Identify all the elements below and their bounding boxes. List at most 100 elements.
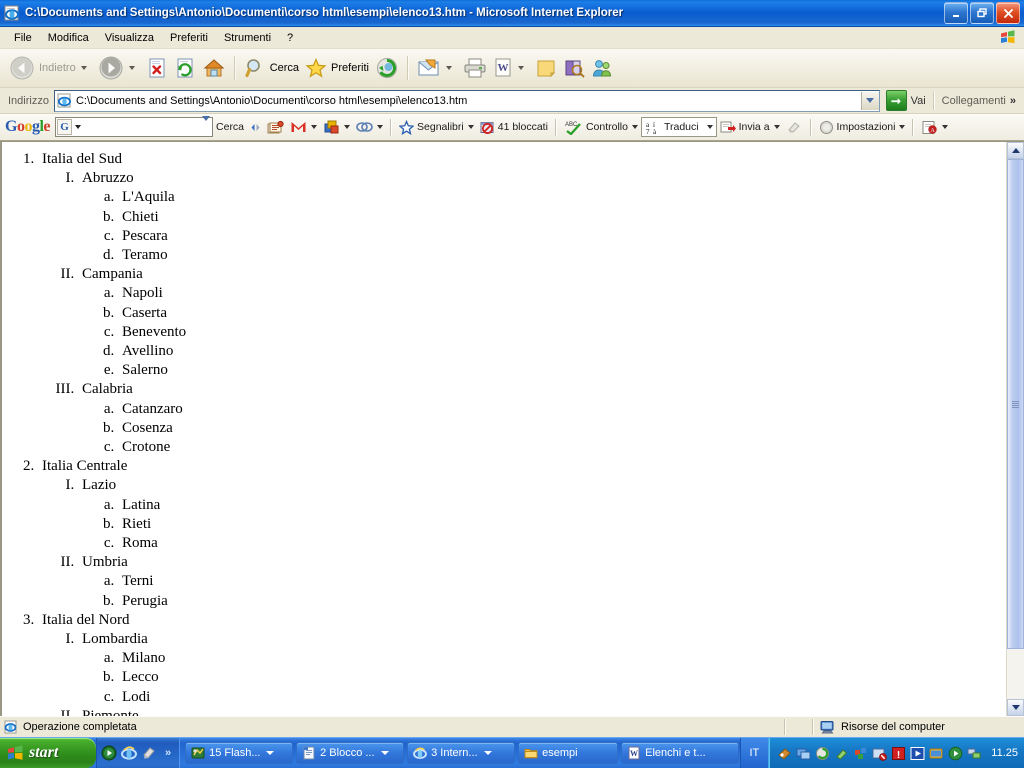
tray-app-icon-5[interactable] bbox=[853, 746, 868, 761]
scroll-up-button[interactable] bbox=[1007, 142, 1024, 159]
tray-alert-icon[interactable]: ! bbox=[891, 746, 906, 761]
google-spellcheck-button[interactable]: ABC Controllo bbox=[561, 120, 641, 135]
edit-dropdown-icon[interactable] bbox=[517, 66, 524, 70]
google-news-button[interactable] bbox=[264, 120, 287, 135]
search-button[interactable]: Cerca bbox=[241, 52, 302, 84]
google-settings-dropdown-icon[interactable] bbox=[899, 125, 906, 129]
ie-quicklaunch-icon[interactable] bbox=[121, 745, 137, 761]
address-input[interactable]: C:\Documents and Settings\Antonio\Docume… bbox=[53, 89, 880, 112]
google-search-dropdown-icon[interactable] bbox=[202, 116, 211, 133]
address-dropdown-button[interactable] bbox=[860, 91, 879, 110]
pdf-button[interactable]: A bbox=[918, 120, 951, 135]
edit-word-button[interactable]: W bbox=[490, 52, 532, 84]
notes-button[interactable] bbox=[532, 52, 560, 84]
links-label[interactable]: Collegamenti bbox=[942, 95, 1006, 107]
google-translate-dropdown-icon[interactable] bbox=[706, 125, 713, 129]
menu-item-preferiti[interactable]: Preferiti bbox=[162, 30, 216, 46]
taskbar-clock[interactable]: 11.25 bbox=[991, 747, 1018, 759]
scroll-down-button[interactable] bbox=[1007, 699, 1024, 716]
refresh-button[interactable] bbox=[171, 52, 199, 84]
menu-item-modifica[interactable]: Modifica bbox=[40, 30, 97, 46]
tray-app-icon-6[interactable] bbox=[872, 746, 888, 761]
google-settings-button[interactable]: Impostazioni bbox=[816, 120, 909, 135]
taskbar-item-flash[interactable]: 15 Flash... bbox=[185, 742, 294, 764]
taskbar-item-notepad[interactable]: 2 Blocco ... bbox=[296, 742, 405, 764]
gmail-button[interactable] bbox=[287, 120, 320, 134]
tray-network-icon[interactable] bbox=[967, 746, 982, 761]
list-item: Umbria Terni Perugia bbox=[78, 553, 1006, 611]
taskbar-item-esempi[interactable]: esempi bbox=[518, 742, 619, 764]
google-engine-icon[interactable]: G bbox=[57, 119, 73, 135]
taskbar-item-label: Elenchi e t... bbox=[645, 747, 706, 759]
show-desktop-icon[interactable] bbox=[141, 745, 157, 761]
google-link-button[interactable] bbox=[353, 120, 386, 134]
close-button[interactable] bbox=[996, 2, 1020, 24]
city-label: Latina bbox=[122, 496, 161, 513]
minimize-button[interactable] bbox=[944, 2, 968, 24]
back-button[interactable]: Indietro bbox=[6, 52, 95, 84]
settings-circle-icon bbox=[819, 120, 834, 135]
google-apps-dropdown-icon[interactable] bbox=[344, 125, 351, 129]
pdf-dropdown-icon[interactable] bbox=[942, 125, 949, 129]
tray-app-icon-3[interactable] bbox=[815, 746, 830, 761]
gmail-dropdown-icon[interactable] bbox=[311, 125, 318, 129]
google-spellcheck-dropdown-icon[interactable] bbox=[631, 125, 638, 129]
google-highlight-button[interactable] bbox=[783, 120, 806, 134]
tray-play-icon[interactable] bbox=[910, 746, 925, 761]
svg-text:!: ! bbox=[897, 750, 900, 761]
google-bookmarks-button[interactable]: Segnalibri bbox=[396, 119, 477, 135]
google-sendto-button[interactable]: Invia a bbox=[717, 120, 783, 134]
research-button[interactable] bbox=[560, 52, 588, 84]
internet-explorer-window: C:\Documents and Settings\Antonio\Docume… bbox=[0, 0, 1024, 768]
favorites-button[interactable]: Preferiti bbox=[302, 52, 372, 84]
tray-messenger-icon[interactable] bbox=[948, 746, 963, 761]
tray-window-icon[interactable] bbox=[929, 746, 944, 761]
stop-button[interactable] bbox=[143, 52, 171, 84]
taskbar-item-word-document[interactable]: W Elenchi e t... bbox=[621, 742, 740, 764]
mail-button[interactable] bbox=[414, 52, 460, 84]
quick-launch-overflow-icon[interactable]: » bbox=[165, 747, 171, 759]
google-search-arrows[interactable] bbox=[247, 122, 264, 133]
scrollbar-thumb[interactable] bbox=[1007, 159, 1024, 649]
svg-text:à: à bbox=[653, 128, 657, 135]
print-button[interactable] bbox=[460, 52, 490, 84]
tray-app-icon-4[interactable] bbox=[834, 746, 849, 761]
forward-button[interactable] bbox=[95, 52, 143, 84]
taskbar-item-dropdown-icon[interactable] bbox=[380, 751, 389, 755]
menu-item-help[interactable]: ? bbox=[279, 30, 301, 46]
taskbar-item-dropdown-icon[interactable] bbox=[266, 751, 275, 755]
vertical-scrollbar[interactable] bbox=[1006, 142, 1024, 716]
go-button[interactable]: ➞ Vai bbox=[885, 90, 926, 111]
links-overflow-icon[interactable]: » bbox=[1010, 95, 1016, 107]
google-link-dropdown-icon[interactable] bbox=[377, 125, 384, 129]
history-button[interactable] bbox=[372, 52, 402, 84]
menu-item-file[interactable]: File bbox=[6, 30, 40, 46]
back-dropdown-icon[interactable] bbox=[80, 66, 87, 70]
google-search-input[interactable]: G bbox=[55, 116, 214, 137]
forward-dropdown-icon[interactable] bbox=[128, 66, 135, 70]
start-button[interactable]: start bbox=[0, 738, 96, 768]
menu-item-strumenti[interactable]: Strumenti bbox=[216, 30, 279, 46]
home-button[interactable] bbox=[199, 52, 229, 84]
google-engine-dropdown-icon[interactable] bbox=[75, 125, 82, 129]
taskbar-item-internet-explorer[interactable]: 3 Intern... bbox=[407, 742, 516, 764]
google-sendto-dropdown-icon[interactable] bbox=[773, 125, 780, 129]
mail-dropdown-icon[interactable] bbox=[445, 66, 452, 70]
google-apps-button[interactable] bbox=[320, 119, 353, 135]
menu-item-visualizza[interactable]: Visualizza bbox=[97, 30, 162, 46]
google-translate-button[interactable]: a í 7 à Traduci bbox=[640, 117, 717, 137]
taskbar-item-dropdown-icon[interactable] bbox=[483, 751, 492, 755]
google-popup-blocker-button[interactable]: 41 bloccati bbox=[477, 120, 551, 135]
messenger-button[interactable] bbox=[588, 52, 616, 84]
language-indicator[interactable]: IT bbox=[739, 738, 769, 768]
security-zone[interactable]: Risorse del computer bbox=[814, 720, 1024, 734]
google-search-button[interactable]: Cerca bbox=[213, 121, 247, 133]
google-bookmarks-dropdown-icon[interactable] bbox=[467, 125, 474, 129]
media-player-icon[interactable] bbox=[101, 745, 117, 761]
list-item: Abruzzo L'Aquila Chieti Pescara Teramo bbox=[78, 169, 1006, 265]
restore-button[interactable] bbox=[970, 2, 994, 24]
list-item: Milano bbox=[118, 649, 1006, 668]
toolbar-separator-1 bbox=[233, 56, 236, 80]
tray-app-icon-2[interactable] bbox=[796, 746, 811, 761]
tray-app-icon-1[interactable] bbox=[777, 746, 792, 761]
